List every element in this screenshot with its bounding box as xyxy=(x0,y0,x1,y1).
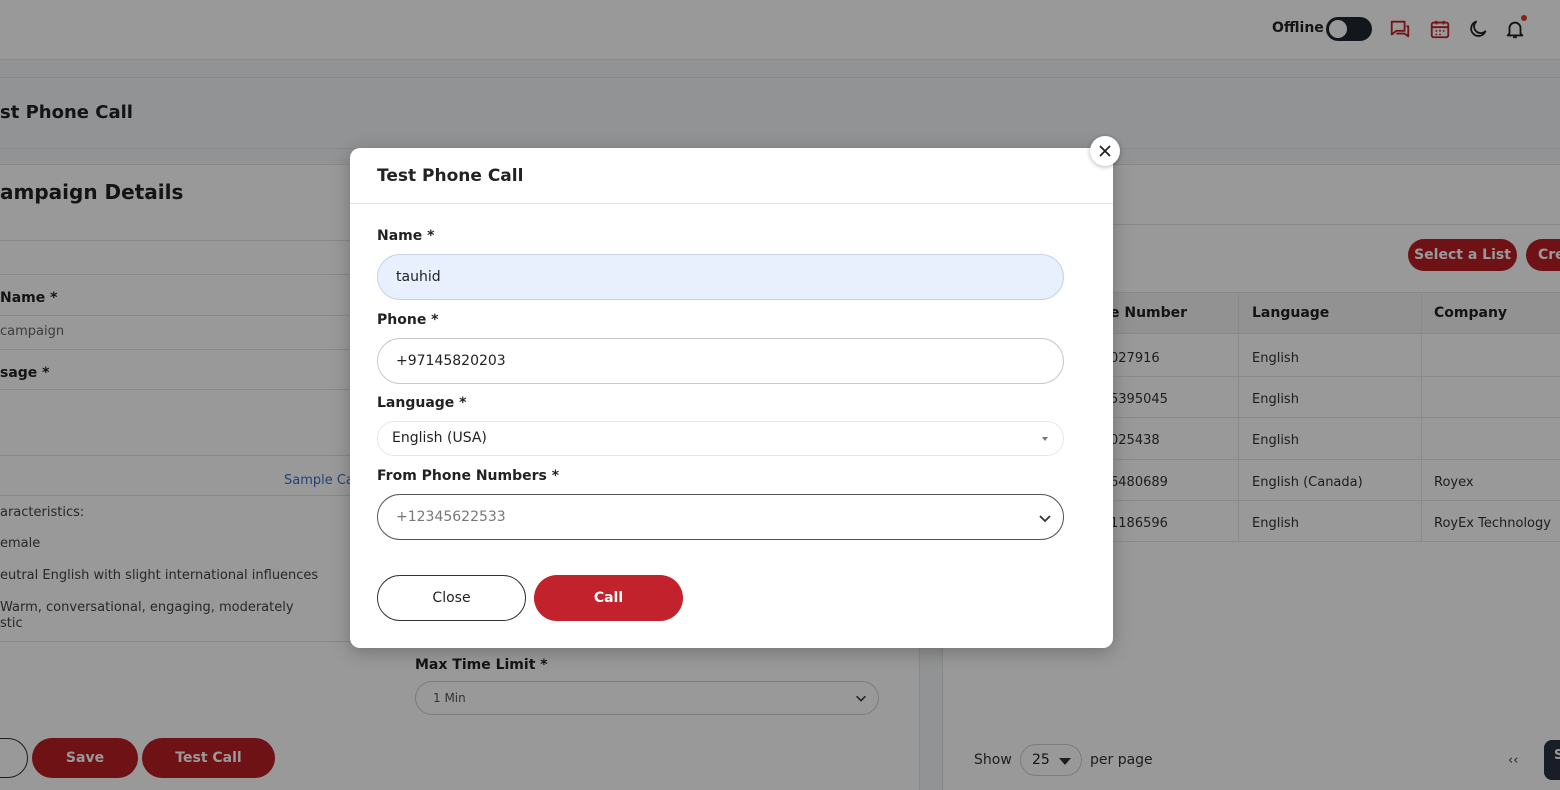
phone-input[interactable] xyxy=(377,338,1064,384)
modal-title: Test Phone Call xyxy=(377,166,524,186)
chevron-down-icon xyxy=(1039,515,1051,523)
close-button[interactable]: Close xyxy=(377,575,526,621)
from-phone-value: +12345622533 xyxy=(396,509,506,525)
language-select[interactable]: English (USA) xyxy=(377,421,1064,456)
call-button[interactable]: Call xyxy=(534,575,683,621)
name-label: Name * xyxy=(377,228,435,244)
language-label: Language * xyxy=(377,395,467,411)
modal-header: Test Phone Call xyxy=(350,148,1113,204)
from-phone-select[interactable]: +12345622533 xyxy=(377,494,1064,540)
phone-label: Phone * xyxy=(377,312,439,328)
language-value: English (USA) xyxy=(392,430,487,446)
name-input[interactable] xyxy=(377,254,1064,300)
from-phone-label: From Phone Numbers * xyxy=(377,468,560,484)
modal-close-button[interactable] xyxy=(1090,136,1120,166)
test-phone-call-modal: Test Phone Call Name * Phone * Language … xyxy=(350,148,1113,648)
close-icon xyxy=(1099,145,1111,157)
caret-down-icon xyxy=(1042,437,1048,441)
